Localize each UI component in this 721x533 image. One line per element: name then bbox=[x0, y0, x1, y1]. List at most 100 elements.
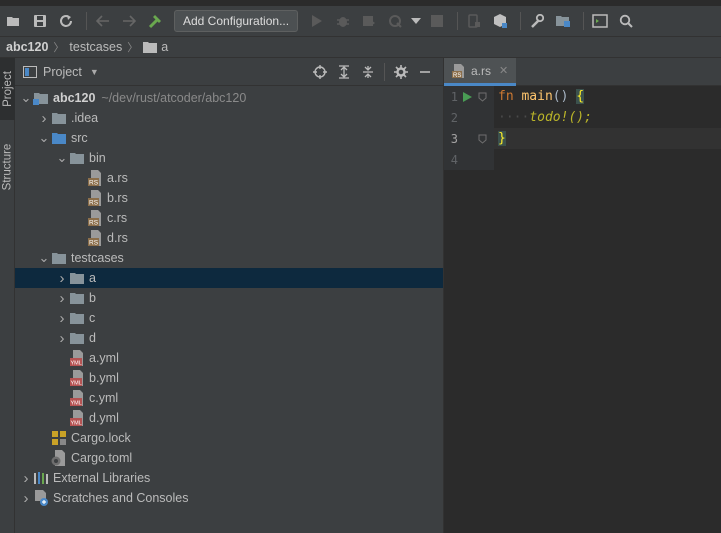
code-text: ····todo!(); bbox=[498, 110, 592, 125]
tree-item[interactable]: RS d.rs bbox=[15, 228, 443, 248]
add-configuration-button[interactable]: Add Configuration... bbox=[174, 10, 299, 32]
sync-icon[interactable] bbox=[55, 10, 77, 32]
chevron-right-icon[interactable]: › bbox=[19, 470, 33, 487]
breadcrumb-item-testcases[interactable]: testcases bbox=[69, 40, 122, 54]
svg-text:RS: RS bbox=[89, 220, 99, 227]
code-view[interactable]: 1 fn main() {2 ····todo!(); 3} 4 bbox=[444, 86, 721, 170]
chevron-right-icon[interactable]: › bbox=[55, 270, 69, 287]
code-token: } bbox=[498, 131, 506, 146]
minimize-icon[interactable] bbox=[414, 61, 436, 83]
source-folder-icon bbox=[51, 130, 69, 146]
project-panel-title[interactable]: Project bbox=[43, 65, 82, 79]
folder-icon bbox=[69, 270, 87, 286]
tree-item[interactable]: Cargo.toml bbox=[15, 448, 443, 468]
editor-tabs: RS a.rs ✕ bbox=[444, 58, 721, 86]
run-gutter-icon[interactable] bbox=[458, 91, 476, 102]
stop-icon[interactable] bbox=[426, 10, 448, 32]
terminal-icon[interactable] bbox=[589, 10, 611, 32]
profile-icon[interactable] bbox=[384, 10, 406, 32]
chevron-right-icon[interactable]: › bbox=[19, 490, 33, 507]
tab-structure-label: Structure bbox=[1, 143, 14, 191]
back-icon[interactable] bbox=[92, 10, 114, 32]
tree-item[interactable]: ⌄ testcases bbox=[15, 248, 443, 268]
chevron-right-icon[interactable]: › bbox=[55, 290, 69, 307]
tree-item[interactable]: YML b.yml bbox=[15, 368, 443, 388]
tree-item[interactable]: ⌄ abc120 ~/dev/rust/atcoder/abc120 bbox=[15, 88, 443, 108]
folder-icon bbox=[143, 42, 158, 53]
folder-icon bbox=[69, 330, 87, 346]
close-icon[interactable]: ✕ bbox=[499, 64, 508, 77]
svg-text:RS: RS bbox=[89, 180, 99, 187]
line-number: 1 bbox=[450, 89, 458, 104]
tab-structure[interactable]: Structure bbox=[0, 128, 15, 206]
breadcrumb-item-project[interactable]: abc120 bbox=[6, 40, 48, 54]
code-line[interactable]: 1 fn main() { bbox=[444, 86, 721, 107]
forward-icon[interactable] bbox=[118, 10, 140, 32]
tree-item[interactable]: ⌄ bin bbox=[15, 148, 443, 168]
deploy-icon[interactable] bbox=[489, 10, 511, 32]
breadcrumb-item-a[interactable]: a bbox=[143, 40, 168, 54]
tree-item[interactable]: RS a.rs bbox=[15, 168, 443, 188]
tree-item[interactable]: RS b.rs bbox=[15, 188, 443, 208]
project-panel-tools bbox=[308, 61, 437, 83]
editor-area: RS a.rs ✕ 1 fn main() {2 ····todo!(); 3} 4 bbox=[443, 58, 721, 533]
project-structure-icon[interactable] bbox=[552, 10, 574, 32]
left-tool-strip: Project Structure bbox=[0, 58, 15, 533]
expand-all-icon[interactable] bbox=[333, 61, 355, 83]
tree-item[interactable]: › b bbox=[15, 288, 443, 308]
gear-icon[interactable] bbox=[390, 61, 412, 83]
fold-marker-icon[interactable] bbox=[476, 92, 488, 102]
settings-wrench-icon[interactable] bbox=[526, 10, 548, 32]
tree-item[interactable]: › a bbox=[15, 268, 443, 288]
line-number: 4 bbox=[450, 152, 458, 167]
chevron-right-icon[interactable]: › bbox=[55, 330, 69, 347]
toml-file-icon bbox=[51, 450, 69, 466]
tree-item[interactable]: ⌄ src bbox=[15, 128, 443, 148]
run-dropdown-icon[interactable] bbox=[410, 10, 422, 32]
code-line[interactable]: 2 ····todo!(); bbox=[444, 107, 721, 128]
code-token: ···· bbox=[498, 110, 530, 125]
svg-text:YML: YML bbox=[71, 401, 82, 407]
tree-item-label: bin bbox=[89, 151, 106, 165]
code-line[interactable]: 3} bbox=[444, 128, 721, 149]
search-icon[interactable] bbox=[615, 10, 637, 32]
toolbar-separator bbox=[384, 63, 385, 81]
tree-item[interactable]: › .idea bbox=[15, 108, 443, 128]
toolbar-separator bbox=[457, 12, 459, 30]
open-folder-icon[interactable] bbox=[3, 10, 25, 32]
coverage-icon[interactable] bbox=[358, 10, 380, 32]
debug-icon[interactable] bbox=[332, 10, 354, 32]
tree-item-label: abc120 bbox=[53, 91, 96, 105]
tab-a-rs[interactable]: RS a.rs ✕ bbox=[444, 58, 517, 86]
tree-item[interactable]: RS c.rs bbox=[15, 208, 443, 228]
chevron-down-icon[interactable]: ⌄ bbox=[19, 91, 33, 104]
tab-project[interactable]: Project bbox=[0, 58, 15, 120]
save-icon[interactable] bbox=[29, 10, 51, 32]
chevron-down-icon[interactable]: ⌄ bbox=[55, 151, 69, 164]
libraries-icon bbox=[33, 470, 51, 486]
locate-file-icon[interactable] bbox=[309, 61, 331, 83]
tree-item-label: b bbox=[89, 291, 96, 305]
tree-item-label: .idea bbox=[71, 111, 99, 125]
chevron-right-icon[interactable]: › bbox=[55, 310, 69, 327]
chevron-right-icon[interactable]: › bbox=[37, 110, 51, 127]
tree-item[interactable]: YML d.yml bbox=[15, 408, 443, 428]
code-line[interactable]: 4 bbox=[444, 149, 721, 170]
build-icon[interactable] bbox=[144, 10, 166, 32]
tree-item[interactable]: › Scratches and Consoles bbox=[15, 488, 443, 508]
tree-item[interactable]: Cargo.lock bbox=[15, 428, 443, 448]
rust-file-icon: RS bbox=[87, 230, 105, 246]
tree-item[interactable]: › d bbox=[15, 328, 443, 348]
tree-item[interactable]: › External Libraries bbox=[15, 468, 443, 488]
chevron-down-icon[interactable]: ⌄ bbox=[37, 131, 51, 144]
collapse-all-icon[interactable] bbox=[357, 61, 379, 83]
chevron-down-icon[interactable]: ⌄ bbox=[37, 251, 51, 264]
tree-item[interactable]: › c bbox=[15, 308, 443, 328]
tree-item[interactable]: YML a.yml bbox=[15, 348, 443, 368]
tree-item[interactable]: YML c.yml bbox=[15, 388, 443, 408]
run-icon[interactable] bbox=[306, 10, 328, 32]
chevron-down-icon[interactable]: ▼ bbox=[90, 67, 99, 77]
rust-file-icon: RS bbox=[452, 63, 464, 78]
fold-marker-icon[interactable] bbox=[476, 134, 488, 144]
device-icon[interactable] bbox=[463, 10, 485, 32]
